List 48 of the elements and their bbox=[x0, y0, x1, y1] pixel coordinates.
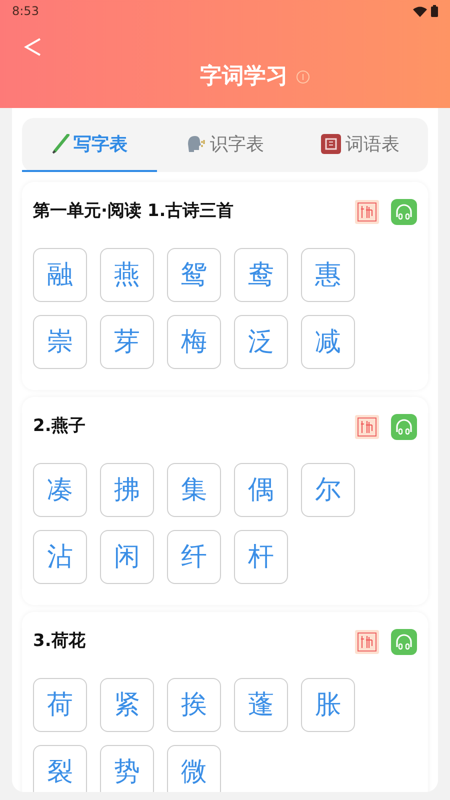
lesson-title: 2.燕子 bbox=[33, 415, 86, 438]
character-tile[interactable]: 胀 bbox=[301, 678, 355, 732]
character-tile[interactable]: 崇 bbox=[33, 315, 87, 369]
tab[interactable]: 词语表 bbox=[292, 118, 428, 172]
character-tile[interactable]: 拂 bbox=[100, 463, 154, 517]
page-title: 字词学习 bbox=[200, 62, 288, 91]
character-tile[interactable]: 泛 bbox=[234, 315, 288, 369]
tab[interactable]: 识字表 bbox=[157, 118, 293, 172]
character-tile[interactable]: 蓬 bbox=[234, 678, 288, 732]
character-tile[interactable]: 集 bbox=[167, 463, 221, 517]
stamp-icon[interactable] bbox=[354, 199, 380, 225]
headphones-icon[interactable] bbox=[391, 414, 417, 440]
status-time: 8:53 bbox=[12, 3, 39, 20]
character-tile[interactable]: 紧 bbox=[100, 678, 154, 732]
stamp-icon[interactable] bbox=[354, 629, 380, 655]
character-tile[interactable]: 梅 bbox=[167, 315, 221, 369]
character-tile[interactable]: 纤 bbox=[167, 530, 221, 584]
character-tile[interactable]: 沾 bbox=[33, 530, 87, 584]
lesson-title: 第一单元·阅读 1.古诗三首 bbox=[33, 200, 235, 224]
character-tile[interactable]: 惠 bbox=[301, 248, 355, 302]
character-tile[interactable]: 鸳 bbox=[167, 248, 221, 302]
info-icon[interactable] bbox=[296, 70, 310, 84]
book-icon bbox=[321, 134, 342, 154]
character-tile[interactable]: 挨 bbox=[167, 678, 221, 732]
character-tile[interactable]: 凑 bbox=[33, 463, 87, 517]
lesson-title: 3.荷花 bbox=[33, 630, 86, 654]
character-tile[interactable]: 融 bbox=[33, 248, 87, 302]
character-tile[interactable]: 杆 bbox=[234, 530, 288, 584]
headphones-icon[interactable] bbox=[391, 199, 417, 225]
speaking-head-icon bbox=[186, 135, 206, 153]
character-tile[interactable]: 微 bbox=[167, 745, 221, 792]
character-tile[interactable]: 鸯 bbox=[234, 248, 288, 302]
character-tile[interactable]: 荷 bbox=[33, 678, 87, 732]
character-tile[interactable]: 芽 bbox=[100, 315, 154, 369]
character-tile[interactable]: 裂 bbox=[33, 745, 87, 792]
wifi-icon bbox=[413, 6, 427, 16]
character-tile[interactable]: 闲 bbox=[100, 530, 154, 584]
tab[interactable]: 写字表 bbox=[22, 118, 158, 172]
battery-icon bbox=[431, 5, 438, 17]
character-tile[interactable]: 燕 bbox=[100, 248, 154, 302]
character-tile[interactable]: 减 bbox=[301, 315, 355, 369]
back-icon[interactable] bbox=[23, 37, 43, 57]
character-tile[interactable]: 偶 bbox=[234, 463, 288, 517]
character-tile[interactable]: 势 bbox=[100, 745, 154, 792]
character-tile[interactable]: 尔 bbox=[301, 463, 355, 517]
pencil-icon bbox=[52, 134, 70, 154]
stamp-icon[interactable] bbox=[354, 414, 380, 440]
headphones-icon[interactable] bbox=[391, 629, 417, 655]
